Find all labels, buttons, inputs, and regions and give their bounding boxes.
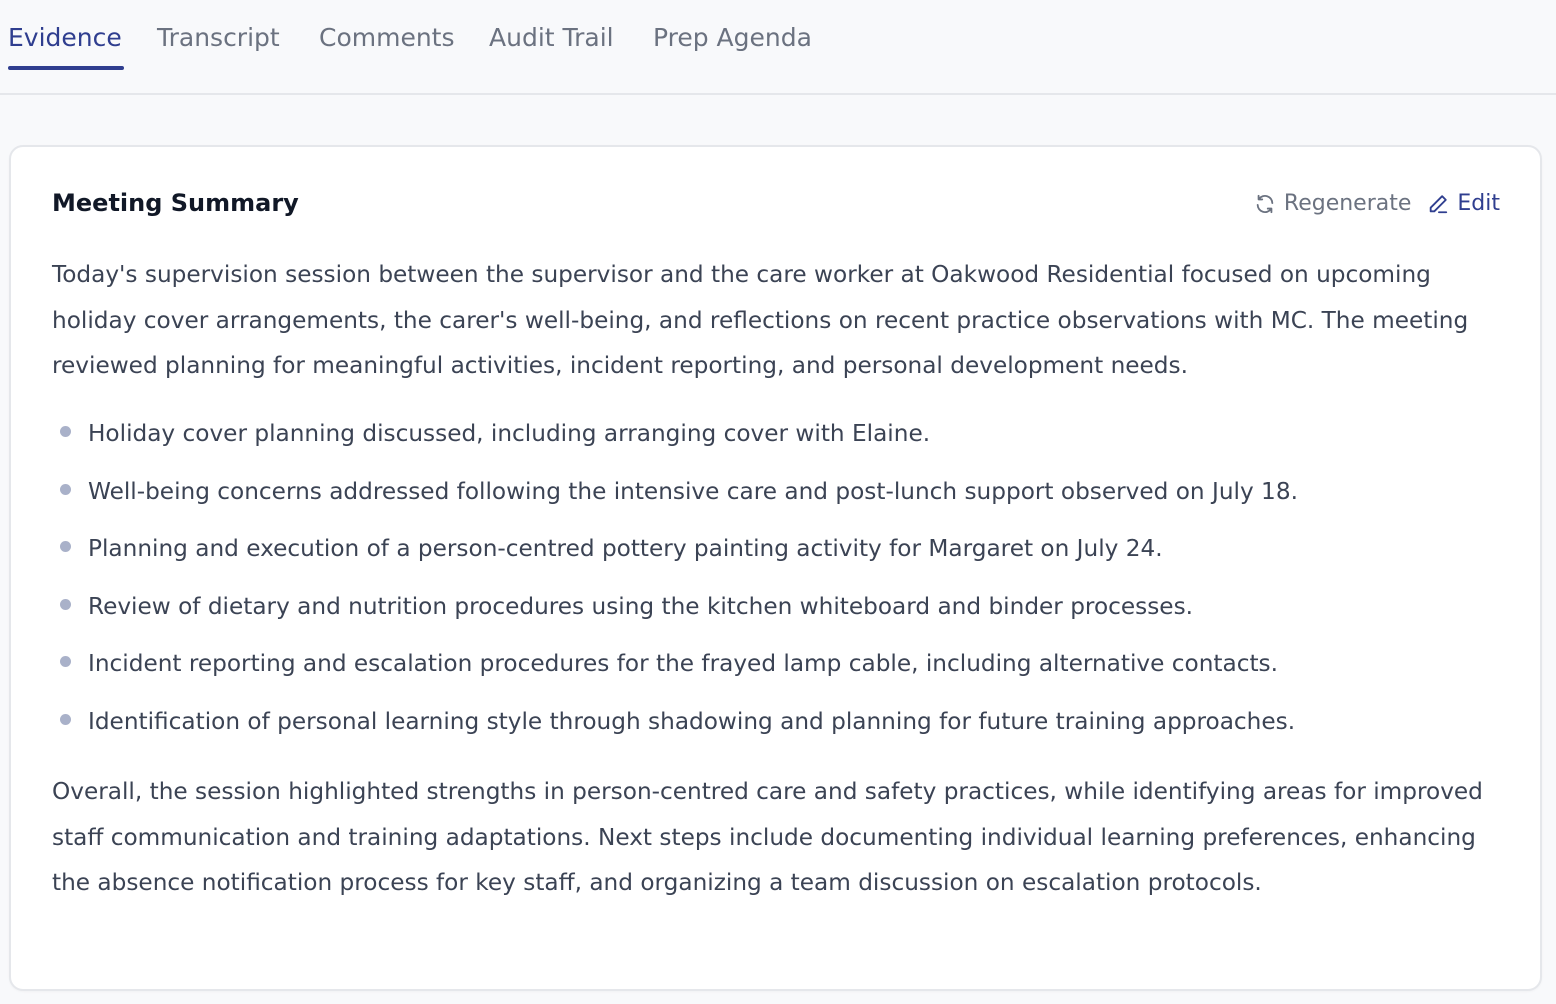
tab-evidence[interactable]: Evidence (8, 20, 122, 56)
bullet-dot (60, 541, 71, 552)
list-item: Planning and execution of a person-centr… (52, 526, 1517, 584)
meeting-summary-card: Meeting Summary Regenerate Edit Today's … (9, 145, 1542, 991)
list-item: Holiday cover planning discussed, includ… (52, 411, 1517, 469)
bullet-dot (60, 598, 71, 610)
bullet-dot (60, 656, 71, 667)
list-item: Identification of personal learning styl… (52, 699, 1517, 757)
refresh-icon (1254, 193, 1276, 215)
tab-bar: Evidence Transcript Comments Audit Trail… (0, 0, 1556, 95)
list-item: Review of dietary and nutrition procedur… (52, 584, 1517, 642)
list-item-text: Well-being concerns addressed following … (88, 477, 1298, 505)
tab-transcript[interactable]: Transcript (157, 20, 280, 56)
card-actions: Regenerate Edit (1254, 191, 1500, 216)
bullet-dot (60, 426, 71, 437)
active-tab-indicator (8, 66, 124, 70)
edit-button[interactable]: Edit (1427, 191, 1500, 216)
list-item-text: Planning and execution of a person-centr… (88, 535, 1163, 562)
list-item-text: Incident reporting and escalation proced… (88, 650, 1278, 677)
edit-label: Edit (1457, 191, 1500, 216)
regenerate-button[interactable]: Regenerate (1254, 191, 1412, 216)
tab-prep-agenda[interactable]: Prep Agenda (653, 20, 812, 56)
card-title: Meeting Summary (52, 189, 299, 217)
bullet-dot (60, 713, 71, 725)
tab-audit-trail[interactable]: Audit Trail (489, 20, 614, 56)
list-item: Well-being concerns addressed following … (52, 469, 1517, 527)
summary-intro: Today's supervision session between the … (52, 261, 1469, 379)
summary-conclusion: Overall, the session highlighted strengt… (52, 778, 1483, 896)
list-item: Incident reporting and escalation proced… (52, 641, 1517, 699)
list-item-text: Holiday cover planning discussed, includ… (88, 420, 931, 447)
bullet-dot (60, 483, 71, 495)
list-item-text: Review of dietary and nutrition procedur… (88, 592, 1194, 620)
summary-points: Holiday cover planning discussed, includ… (52, 411, 1517, 756)
pencil-icon (1427, 193, 1449, 215)
regenerate-label: Regenerate (1283, 191, 1412, 216)
tab-comments[interactable]: Comments (319, 20, 455, 56)
list-item-text: Identification of personal learning styl… (88, 707, 1296, 735)
